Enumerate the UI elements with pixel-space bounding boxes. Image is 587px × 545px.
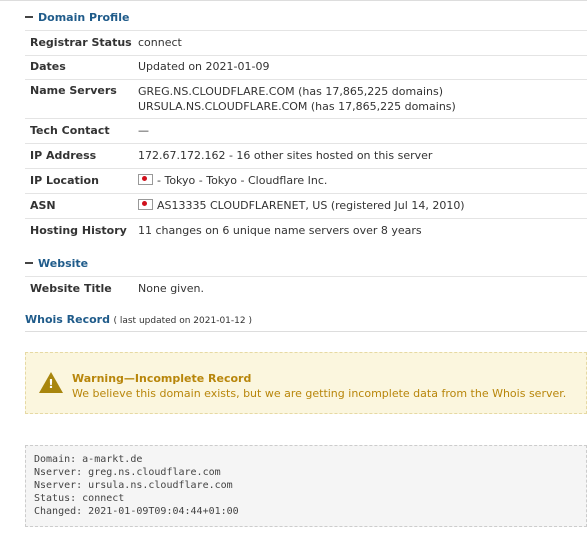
- row-label: ASN: [30, 199, 56, 212]
- whois-record-title: Whois Record: [25, 313, 110, 326]
- row-value: - Tokyo - Tokyo - Cloudflare Inc.: [138, 169, 587, 193]
- raw-line: Nserver: ursula.ns.cloudflare.com: [34, 480, 233, 491]
- website-heading[interactable]: Website: [25, 253, 88, 273]
- table-row: Dates Updated on 2021-01-09: [25, 55, 587, 80]
- row-value: connect: [138, 36, 182, 49]
- row-label: Tech Contact: [30, 124, 110, 137]
- row-label: IP Location: [30, 174, 99, 187]
- table-row: IP Location - Tokyo - Tokyo - Cloudflare…: [25, 169, 587, 194]
- row-value: —: [138, 124, 149, 137]
- table-row: Name Servers GREG.NS.CLOUDFLARE.COM (has…: [25, 80, 587, 119]
- table-row: IP Address 172.67.172.162 - 16 other sit…: [25, 144, 587, 169]
- whois-record-heading: Whois Record ( last updated on 2021-01-1…: [25, 313, 252, 326]
- row-value[interactable]: 172.67.172.162 - 16 other sites hosted o…: [138, 144, 587, 168]
- name-server-line[interactable]: GREG.NS.CLOUDFLARE.COM (has 17,865,225 d…: [138, 84, 587, 99]
- name-server-line[interactable]: URSULA.NS.CLOUDFLARE.COM (has 17,865,225…: [138, 99, 587, 114]
- japan-flag-icon: [138, 174, 153, 185]
- table-row: ASN AS13335 CLOUDFLARENET, US (registere…: [25, 194, 587, 219]
- row-label: Registrar Status: [30, 36, 132, 49]
- raw-line: Status: connect: [34, 493, 125, 504]
- raw-line: Nserver: greg.ns.cloudflare.com: [34, 467, 221, 478]
- row-label: Dates: [30, 60, 66, 73]
- row-value[interactable]: 11 changes on 6 unique name servers over…: [138, 219, 587, 243]
- warning-title: Warning—Incomplete Record: [72, 372, 252, 385]
- table-row: Registrar Status connect: [25, 30, 587, 56]
- raw-line: Domain: a-markt.de: [34, 454, 143, 465]
- raw-whois-record: Domain: a-markt.de Nserver: greg.ns.cloud…: [25, 445, 587, 527]
- raw-line: Changed: 2021-01-09T09:04:44+01:00: [34, 506, 239, 517]
- domain-profile-heading[interactable]: Domain Profile: [25, 7, 129, 27]
- table-row: Tech Contact —: [25, 119, 587, 144]
- row-label: Website Title: [30, 282, 112, 295]
- japan-flag-icon: [138, 199, 153, 210]
- row-label: Hosting History: [30, 224, 127, 237]
- divider: [25, 331, 587, 332]
- row-value: None given.: [138, 282, 204, 295]
- row-value: AS13335 CLOUDFLARENET, US (registered Ju…: [138, 194, 587, 218]
- ip-location-text: - Tokyo - Tokyo - Cloudflare Inc.: [157, 174, 328, 187]
- page: Domain Profile Registrar Status connect …: [0, 0, 587, 545]
- asn-text: AS13335 CLOUDFLARENET, US (registered Ju…: [157, 199, 465, 212]
- domain-profile-heading-label: Domain Profile: [38, 10, 130, 24]
- name-servers-value: GREG.NS.CLOUDFLARE.COM (has 17,865,225 d…: [138, 80, 587, 118]
- row-label: IP Address: [30, 149, 97, 162]
- collapse-icon[interactable]: [25, 16, 33, 18]
- whois-updated-label: ( last updated on 2021-01-12 ): [113, 316, 252, 326]
- warning-icon-mark: !: [48, 377, 54, 391]
- collapse-icon[interactable]: [25, 262, 33, 264]
- incomplete-record-warning: ! Warning—Incomplete Record We believe t…: [25, 352, 587, 414]
- row-label: Name Servers: [30, 84, 117, 97]
- warning-message: We believe this domain exists, but we ar…: [72, 387, 567, 400]
- website-heading-label: Website: [38, 256, 89, 270]
- table-row: Hosting History 11 changes on 6 unique n…: [25, 219, 587, 243]
- table-row: Website Title None given.: [25, 276, 587, 301]
- row-value: Updated on 2021-01-09: [138, 60, 270, 73]
- top-divider: [0, 0, 587, 4]
